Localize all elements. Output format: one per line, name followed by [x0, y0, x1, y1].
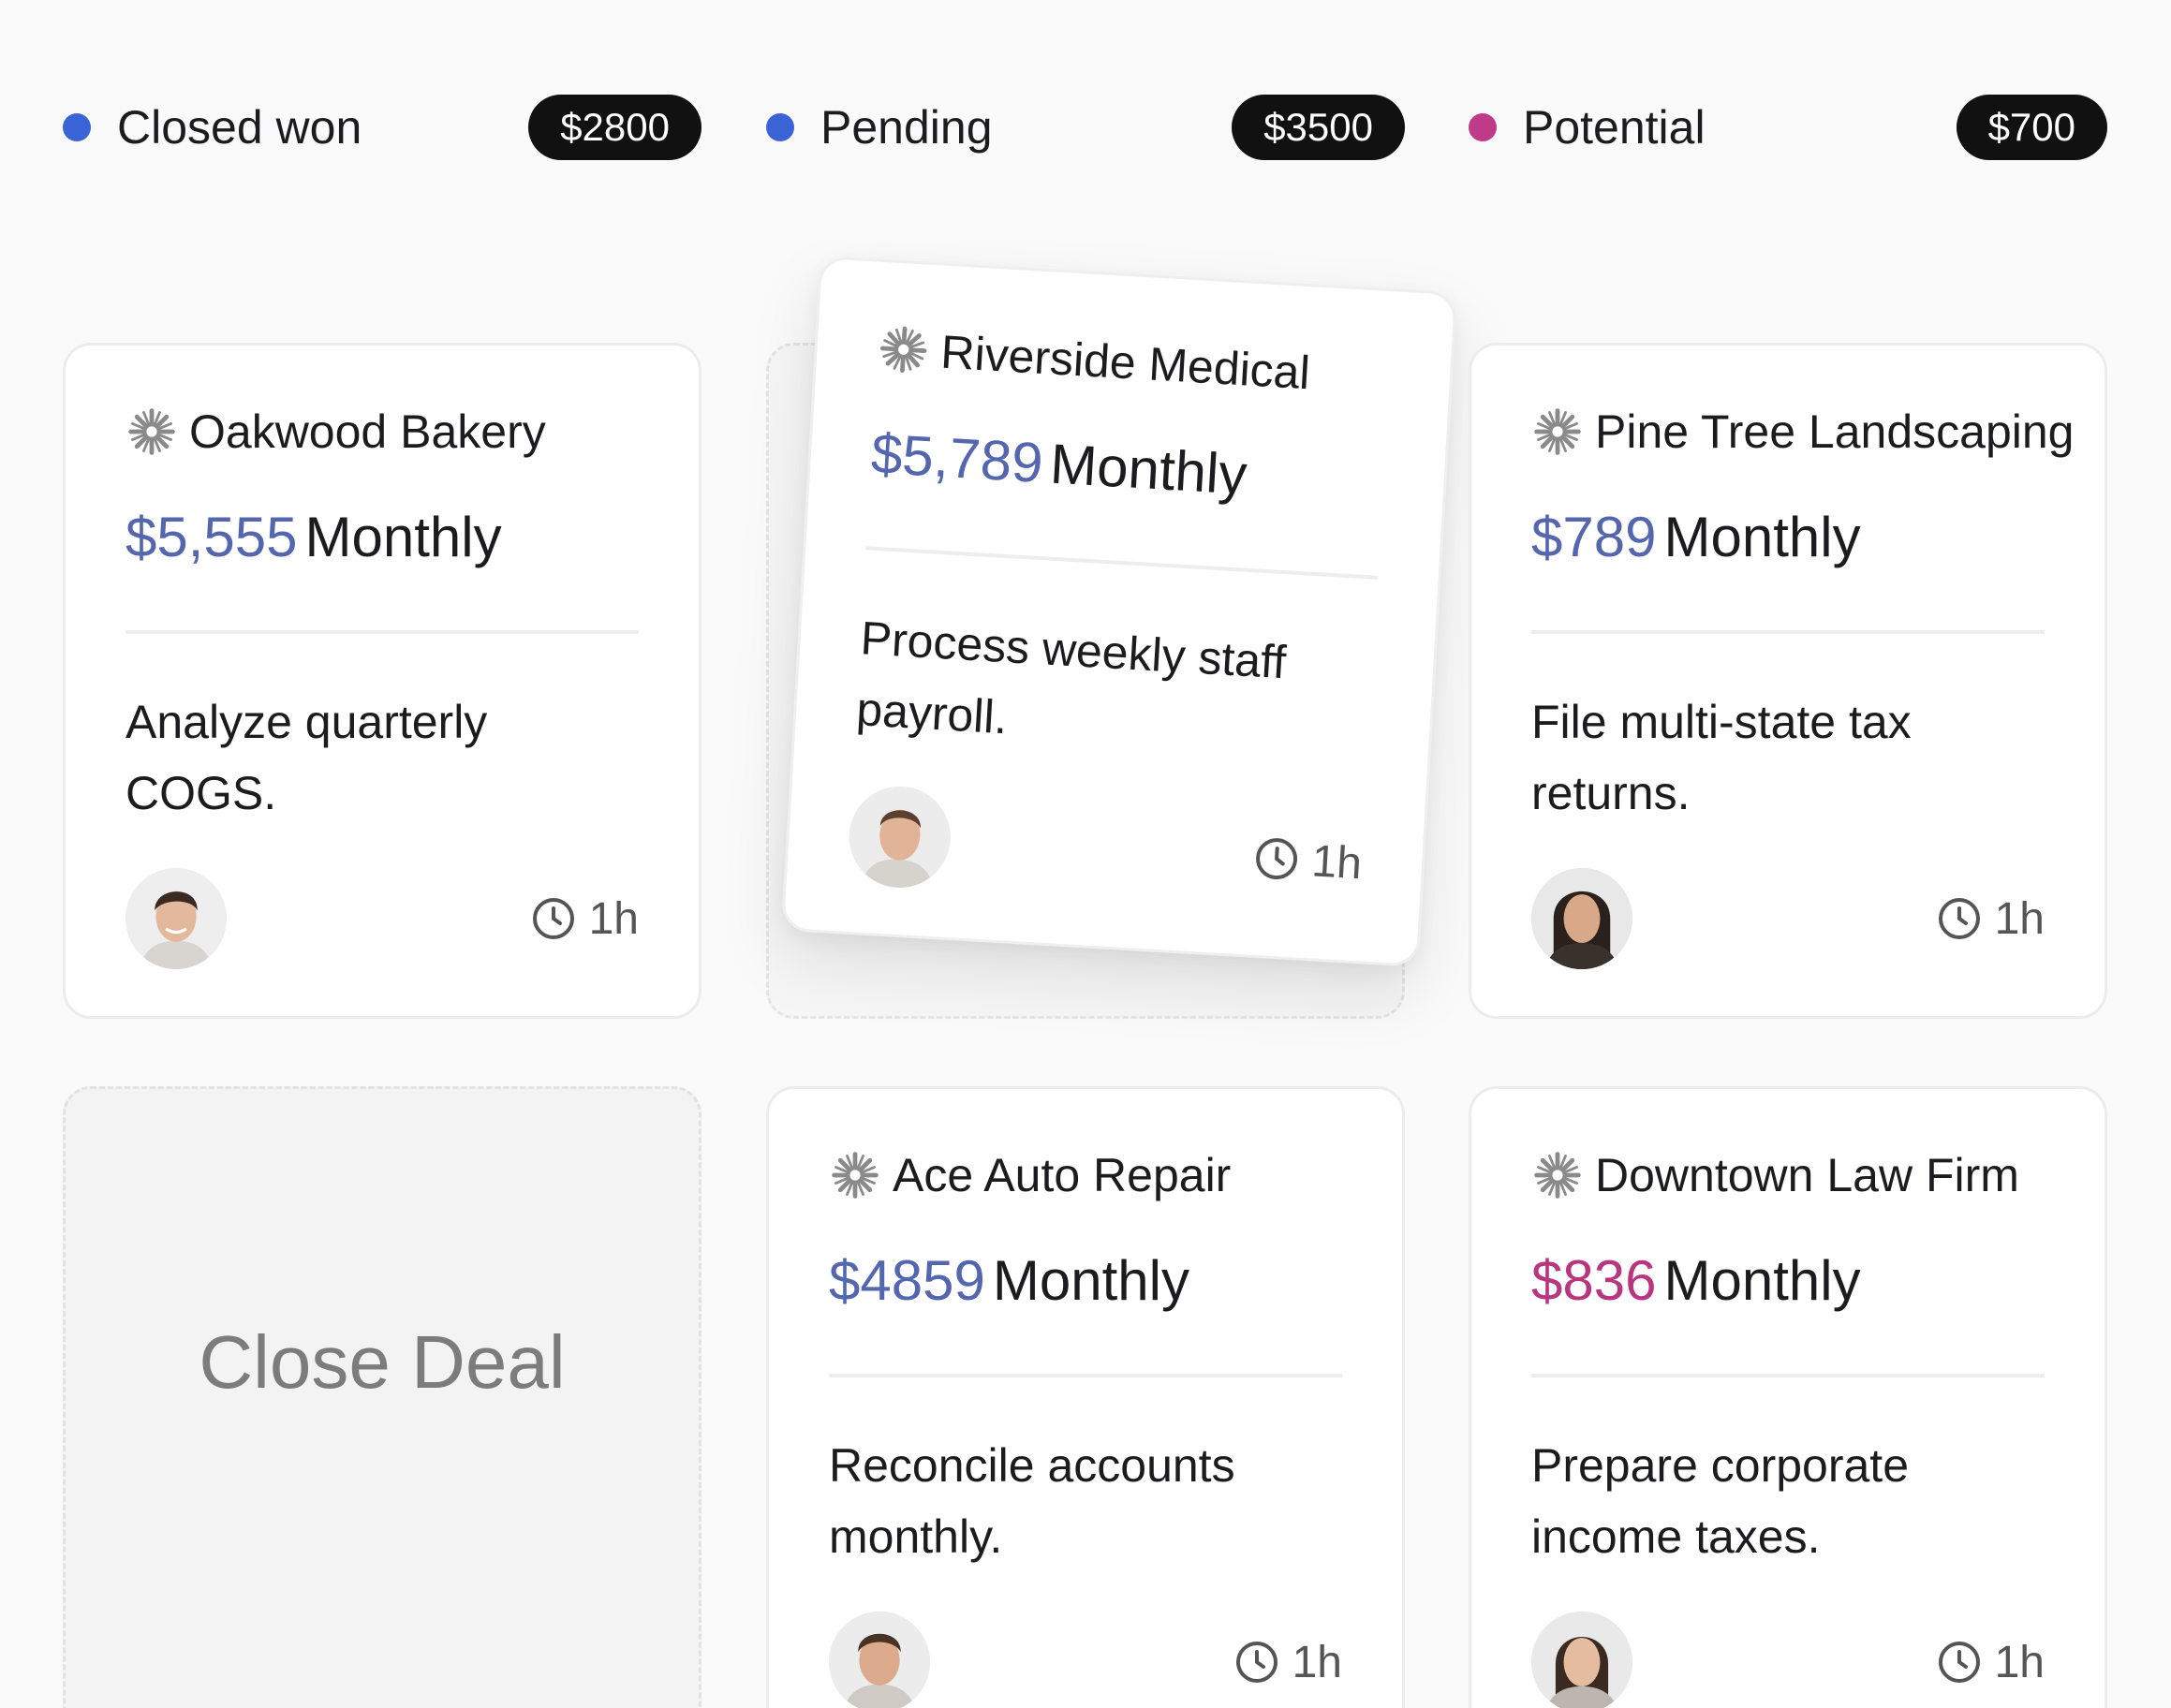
deal-period: Monthly — [304, 506, 502, 568]
time-estimate: 1h — [1252, 832, 1363, 890]
avatar[interactable] — [829, 1612, 930, 1708]
column-title: Pending — [820, 101, 993, 154]
company-name: Pine Tree Landscaping — [1595, 405, 2075, 458]
column-title: Potential — [1523, 101, 1706, 154]
divider — [126, 630, 639, 634]
sparkle-logo-icon — [1534, 1152, 1581, 1199]
column-header-pending: Pending $3500 — [766, 94, 1405, 161]
divider — [1531, 630, 2045, 634]
deal-price: $5,555 Monthly — [126, 505, 639, 574]
column-title: Closed won — [117, 101, 362, 154]
clock-icon — [1235, 1642, 1277, 1683]
time-value: 1h — [1994, 893, 2045, 944]
deal-board: Closed won $2800 Pending $3500 Potential… — [0, 0, 2171, 1708]
status-dot — [1469, 113, 1497, 141]
deal-card[interactable]: Oakwood Bakery $5,555 Monthly Analyze qua… — [63, 343, 702, 1019]
deal-period: Monthly — [992, 1249, 1189, 1312]
clock-icon — [1255, 838, 1297, 880]
deal-card[interactable]: Downtown Law Firm $836 Monthly Prepare co… — [1469, 1086, 2107, 1708]
avatar[interactable] — [1531, 1612, 1632, 1708]
clock-icon — [1938, 898, 1980, 939]
column-header-closed-won: Closed won $2800 — [63, 94, 702, 161]
sparkle-logo-icon — [879, 326, 927, 374]
deal-price: $789 Monthly — [1531, 505, 2045, 574]
column-total-badge: $2800 — [528, 95, 702, 160]
column-total-badge: $700 — [1956, 95, 2107, 160]
deal-amount: $836 — [1531, 1249, 1657, 1312]
divider — [865, 546, 1379, 580]
task-description: Analyze quarterly COGS. — [126, 696, 488, 819]
time-estimate: 1h — [1937, 1637, 2045, 1688]
clock-icon — [532, 898, 574, 939]
time-value: 1h — [588, 893, 639, 944]
divider — [1531, 1374, 2045, 1377]
company-name: Ace Auto Repair — [893, 1149, 1232, 1201]
sparkle-logo-icon — [1534, 408, 1581, 455]
deal-period: Monthly — [1663, 506, 1861, 568]
close-deal-drop-zone[interactable]: Close Deal — [63, 1086, 702, 1708]
task-description: Prepare corporate income taxes. — [1531, 1439, 1910, 1563]
deal-amount: $5,789 — [869, 421, 1045, 494]
task-description: File multi-state tax returns. — [1531, 696, 1912, 819]
deal-amount: $789 — [1531, 506, 1657, 568]
avatar[interactable] — [846, 783, 953, 891]
task-description: Process weekly staff payroll. — [854, 611, 1288, 744]
company-name: Oakwood Bakery — [189, 405, 546, 458]
avatar[interactable] — [126, 868, 227, 969]
status-dot — [63, 113, 91, 141]
company-name: Riverside Medical — [939, 325, 1312, 400]
deal-card[interactable]: Ace Auto Repair $4859 Monthly Reconcile a… — [766, 1086, 1405, 1708]
deal-amount: $4859 — [829, 1249, 985, 1312]
deal-card-dragging[interactable]: Riverside Medical $5,789Monthly Process … — [780, 255, 1458, 968]
sparkle-logo-icon — [128, 408, 175, 455]
time-value: 1h — [1310, 835, 1364, 889]
time-value: 1h — [1994, 1637, 2045, 1687]
status-dot — [766, 113, 794, 141]
deal-period: Monthly — [1048, 432, 1249, 507]
time-estimate: 1h — [1234, 1637, 1342, 1688]
deal-price: $5,789Monthly — [869, 421, 1385, 520]
avatar[interactable] — [1531, 868, 1632, 969]
task-description: Reconcile accounts monthly. — [829, 1439, 1235, 1563]
close-deal-label: Close Deal — [199, 1320, 566, 1404]
company-name: Downtown Law Firm — [1595, 1149, 2019, 1201]
clock-icon — [1938, 1642, 1980, 1683]
time-value: 1h — [1292, 1637, 1342, 1687]
deal-price: $836 Monthly — [1531, 1248, 2045, 1318]
divider — [829, 1374, 1342, 1377]
deal-card[interactable]: Pine Tree Landscaping $789 Monthly File m… — [1469, 343, 2107, 1019]
deal-period: Monthly — [1663, 1249, 1861, 1312]
time-estimate: 1h — [1937, 893, 2045, 945]
deal-price: $4859 Monthly — [829, 1248, 1342, 1318]
sparkle-logo-icon — [832, 1152, 879, 1199]
time-estimate: 1h — [531, 893, 639, 945]
deal-amount: $5,555 — [126, 506, 298, 568]
column-total-badge: $3500 — [1232, 95, 1405, 160]
column-header-potential: Potential $700 — [1469, 94, 2107, 161]
